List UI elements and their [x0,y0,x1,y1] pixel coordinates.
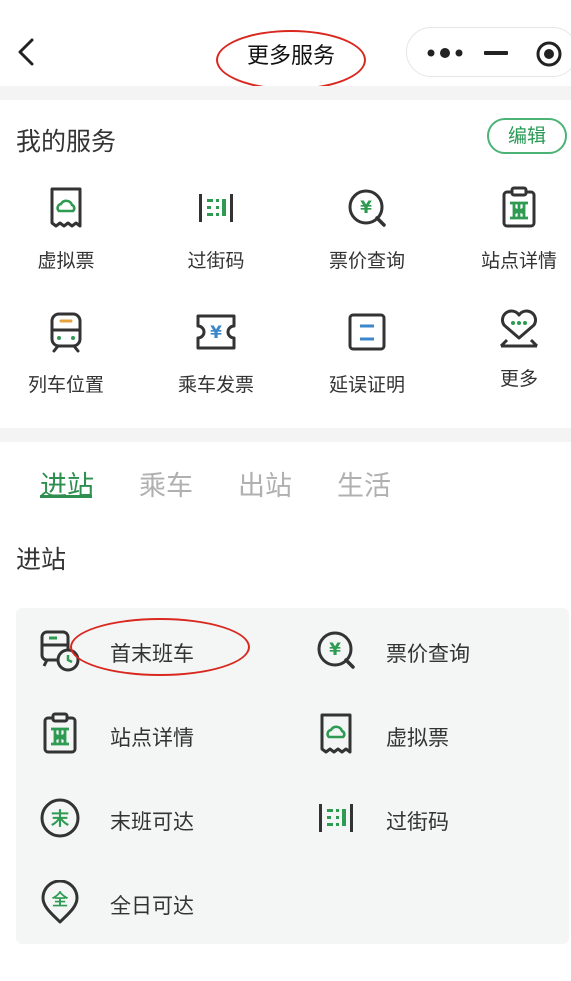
service-station-detail[interactable]: 站点详情 [449,186,571,296]
service-virtual-ticket[interactable]: 虚拟票 [0,186,136,296]
service-label: 站点详情 [480,250,557,272]
section-title: 进站 [16,545,67,574]
service-ride-invoice[interactable]: ¥ 乘车发票 [146,310,286,420]
item-fare-query[interactable]: ¥ 票价查询 [314,622,544,678]
service-label: 票价查询 [328,250,405,272]
item-label: 过街码 [386,810,449,834]
section-divider [0,86,571,100]
item-virtual-ticket[interactable]: 虚拟票 [314,706,544,762]
ride-invoice-icon: ¥ [196,314,236,350]
fare-query-icon: ¥ [348,189,386,227]
svg-text:¥: ¥ [329,640,341,660]
edit-button[interactable]: 编辑 [487,118,567,154]
delay-proof-icon [348,313,386,351]
service-label: 乘车发票 [177,374,254,396]
service-train-location[interactable]: 列车位置 [0,310,136,420]
service-label: 更多 [499,368,538,390]
svg-text:¥: ¥ [360,198,372,218]
tab-exit-station[interactable]: 出站 [238,464,292,503]
tab-life[interactable]: 生活 [337,464,391,503]
service-label: 延误证明 [328,374,405,396]
all-day-reach-icon: 全 [41,880,79,924]
my-services-title: 我的服务 [16,127,117,156]
service-more[interactable]: 更多 [449,304,571,414]
crossing-code-icon [319,804,353,832]
crossing-code-icon [199,194,233,222]
item-station-detail[interactable]: 站点详情 [38,706,268,762]
item-label: 虚拟票 [386,726,449,750]
service-label: 过街码 [187,250,245,272]
fare-query-icon: ¥ [317,631,355,669]
service-crossing-code[interactable]: 过街码 [146,186,286,296]
svg-text:¥: ¥ [210,323,222,343]
item-label: 末班可达 [110,810,194,834]
virtual-ticket-icon [50,187,82,228]
more-dots-icon[interactable] [425,44,465,62]
minus-icon[interactable] [481,44,511,62]
service-fare-query[interactable]: ¥ 票价查询 [297,186,437,296]
virtual-ticket-icon [320,713,352,754]
tab-ride[interactable]: 乘车 [139,464,193,503]
service-label: 列车位置 [27,374,104,396]
title-annotation-circle [216,30,366,90]
station-detail-icon [502,186,536,228]
svg-text:末: 末 [51,808,70,830]
train-location-icon [50,312,82,353]
mini-program-capsule [406,27,571,77]
svg-text:全: 全 [51,890,69,909]
last-train-reach-icon: 末 [40,798,80,838]
active-tab-indicator [40,495,92,498]
station-detail-icon [43,712,77,754]
top-nav-bar: 更多服务 [0,0,571,90]
item-label: 票价查询 [386,642,470,666]
item-label: 站点详情 [110,726,194,750]
item-all-day-reach[interactable]: 全 全日可达 [38,874,268,930]
item-last-train-reach[interactable]: 末 末班可达 [38,790,268,846]
target-close-icon[interactable] [535,40,563,68]
item-label: 全日可达 [110,894,194,918]
service-delay-proof[interactable]: 延误证明 [297,310,437,420]
section-divider [0,428,571,442]
item-annotation-circle [70,618,250,676]
item-crossing-code[interactable]: 过街码 [314,790,544,846]
service-label: 虚拟票 [37,250,95,272]
more-heart-icon [499,309,539,348]
